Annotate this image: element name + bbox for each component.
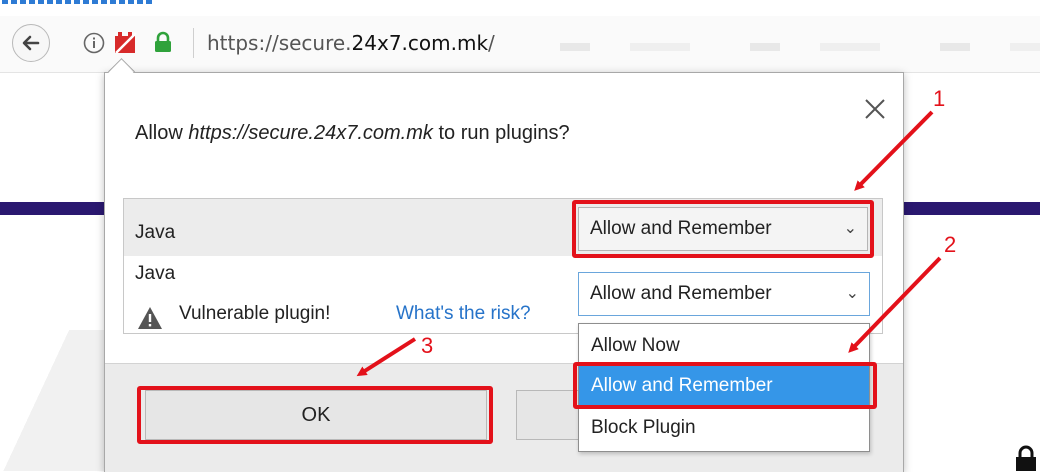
info-icon[interactable] <box>83 32 105 54</box>
prompt-after: to run plugins? <box>432 122 570 144</box>
prompt-before: Allow <box>135 122 189 144</box>
url-domain: 24x7.com.mk <box>351 31 489 55</box>
select-value: Allow and Remember <box>590 218 772 239</box>
dropdown-option-allow-now[interactable]: Allow Now <box>579 326 869 366</box>
chevron-down-icon: ⌄ <box>845 285 859 302</box>
warning-icon <box>138 307 162 329</box>
url-bar[interactable]: https://secure.24x7.com.mk/ <box>0 16 1040 73</box>
blurred-url-area <box>560 43 1040 51</box>
url-prefix: https://secure. <box>207 31 352 55</box>
page-background <box>0 330 107 471</box>
url-suffix: / <box>488 31 495 55</box>
prompt-site: https://secure.24x7.com.mk <box>188 122 433 144</box>
lock-icon <box>1016 445 1036 471</box>
plugin-name: Java <box>135 222 176 243</box>
whats-the-risk-link[interactable]: What's the risk? <box>396 303 531 325</box>
close-icon[interactable] <box>862 96 888 122</box>
annotation-step-3: 3 <box>421 333 434 358</box>
lock-icon[interactable] <box>153 31 173 53</box>
annotation-step-1: 1 <box>933 86 946 111</box>
plugin-name: Java <box>135 263 176 284</box>
plugin-blocked-icon[interactable] <box>114 32 138 54</box>
annotation-step-2: 2 <box>944 232 957 257</box>
chevron-down-icon: ⌄ <box>843 220 857 237</box>
dropdown-option-allow-and-remember[interactable]: Allow and Remember <box>579 366 869 406</box>
ok-button[interactable]: OK <box>145 390 487 440</box>
back-arrow-icon <box>22 35 40 51</box>
plugin-permission-select[interactable]: Allow and Remember ⌄ <box>578 207 868 251</box>
dialog-prompt: Allow https://secure.24x7.com.mk to run … <box>135 122 570 145</box>
page-header-band <box>897 202 1040 215</box>
dropdown-option-block-plugin[interactable]: Block Plugin <box>579 408 869 448</box>
page-header-band <box>0 202 107 215</box>
top-strip-link <box>2 0 152 4</box>
plugin-permission-select[interactable]: Allow and Remember ⌄ <box>578 272 870 316</box>
back-button[interactable] <box>12 24 50 62</box>
permission-dropdown-menu: Allow Now Allow and Remember Block Plugi… <box>578 323 870 452</box>
vulnerable-warning: Vulnerable plugin! <box>179 303 331 324</box>
url-separator <box>193 28 194 58</box>
select-value: Allow and Remember <box>590 283 772 304</box>
top-strip <box>0 0 1040 14</box>
url-text[interactable]: https://secure.24x7.com.mk/ <box>207 31 495 55</box>
